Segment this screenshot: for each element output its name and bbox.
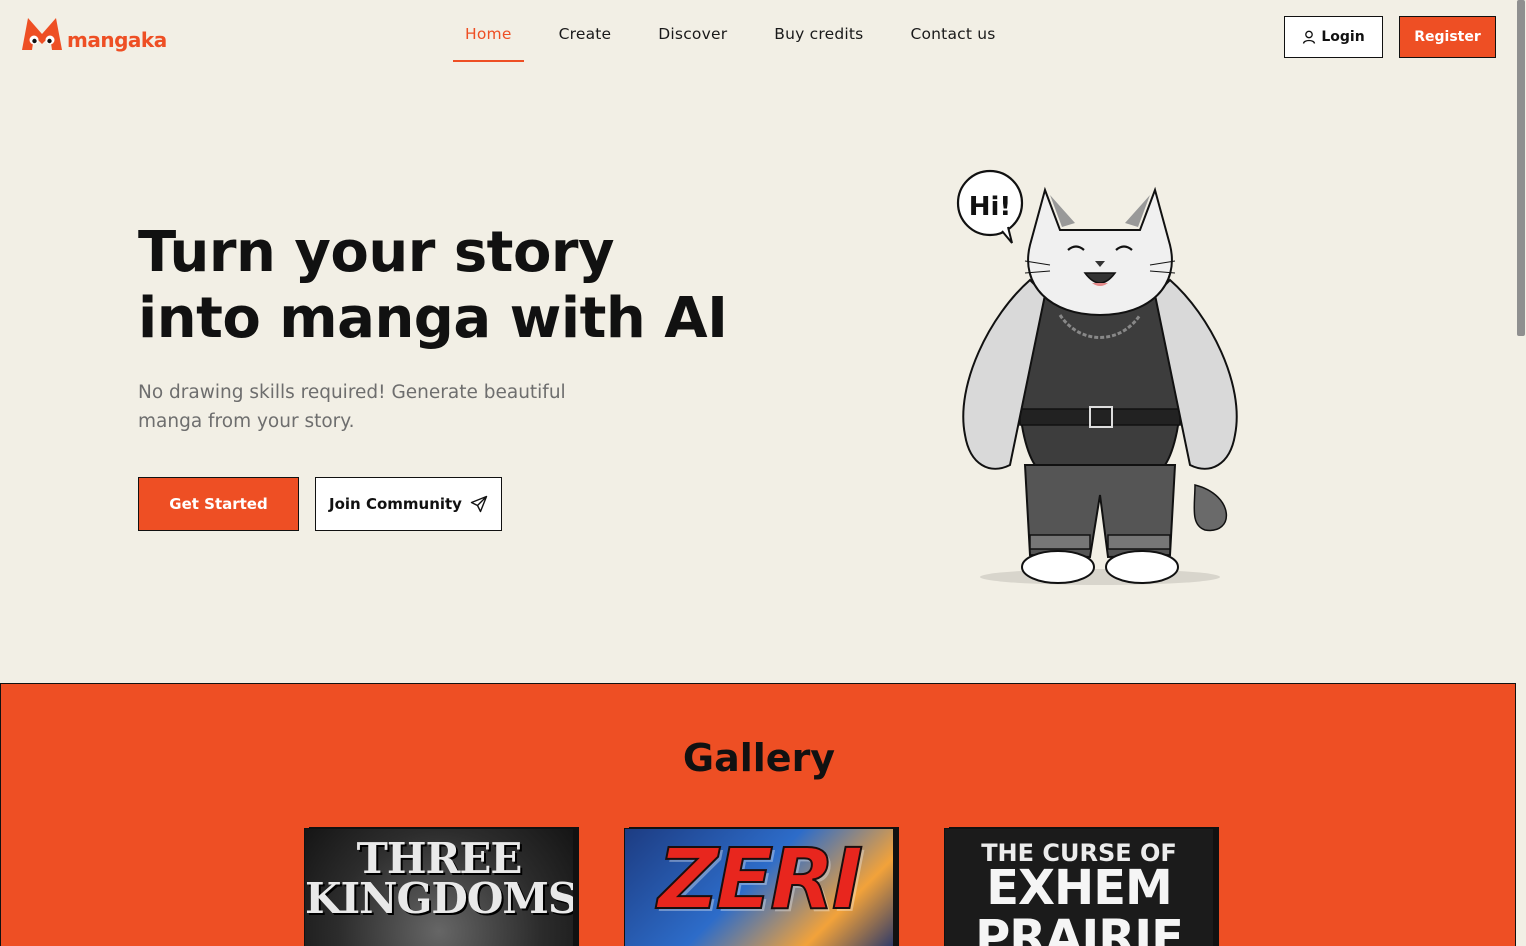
get-started-button[interactable]: Get Started [138,477,299,531]
gallery-cover-three-kingdoms[interactable]: THREE KINGDOMS [304,828,574,946]
gallery-title: Gallery [682,736,836,780]
mangaka-logo-icon [22,18,62,50]
hero-subtitle: No drawing skills required! Generate bea… [138,378,608,436]
cover-title-line3: PRAIRIE [975,910,1184,946]
nav-home[interactable]: Home [453,0,524,62]
nav-create[interactable]: Create [547,0,624,62]
register-label: Register [1414,29,1481,45]
cover-title-line2: EXHEM [986,860,1173,916]
cover-title: THREE KINGDOMS [305,838,573,920]
gallery-cover-zeri[interactable]: ZERI [624,828,894,946]
hero-title-line2: into manga with AI [138,286,728,351]
gallery-section: Gallery THREE KINGDOMS ZERI THE CURSE OF… [0,683,1516,946]
cat-mascot-illustration: Hi! [956,169,1238,585]
paper-plane-icon [470,495,488,513]
speech-bubble: Hi! [956,169,1024,244]
login-label: Login [1321,29,1365,45]
nav-contact-us[interactable]: Contact us [898,0,1007,62]
speech-bubble-text: Hi! [969,192,1012,222]
cover-title: ZERI [657,829,864,929]
hero-subtitle-line2: manga from your story. [138,411,355,432]
join-community-label: Join Community [329,495,462,513]
login-button[interactable]: Login [1284,16,1383,58]
nav-discover[interactable]: Discover [646,0,739,62]
page-scrollbar[interactable] [1516,0,1526,946]
brand-logo[interactable]: mangaka [20,16,167,52]
cover-title-main: EXHEM PRAIRIE [945,863,1213,946]
scrollbar-thumb[interactable] [1517,0,1525,336]
gallery-cover-exhem-prairie[interactable]: THE CURSE OF EXHEM PRAIRIE [944,828,1214,946]
register-button[interactable]: Register [1399,16,1496,58]
nav-buy-credits[interactable]: Buy credits [762,0,875,62]
cover-title-line2: KINGDOMS [305,874,574,923]
hero-title: Turn your story into manga with AI [138,220,758,352]
main-nav: Home Create Discover Buy credits Contact… [453,0,1031,62]
hero-subtitle-line1: No drawing skills required! Generate bea… [138,382,566,403]
get-started-label: Get Started [169,495,268,513]
brand-name: mangaka [67,28,167,52]
join-community-button[interactable]: Join Community [315,477,502,531]
site-header: mangaka Home Create Discover Buy credits… [0,0,1516,75]
user-icon [1303,30,1316,44]
hero-title-line1: Turn your story [138,220,615,285]
